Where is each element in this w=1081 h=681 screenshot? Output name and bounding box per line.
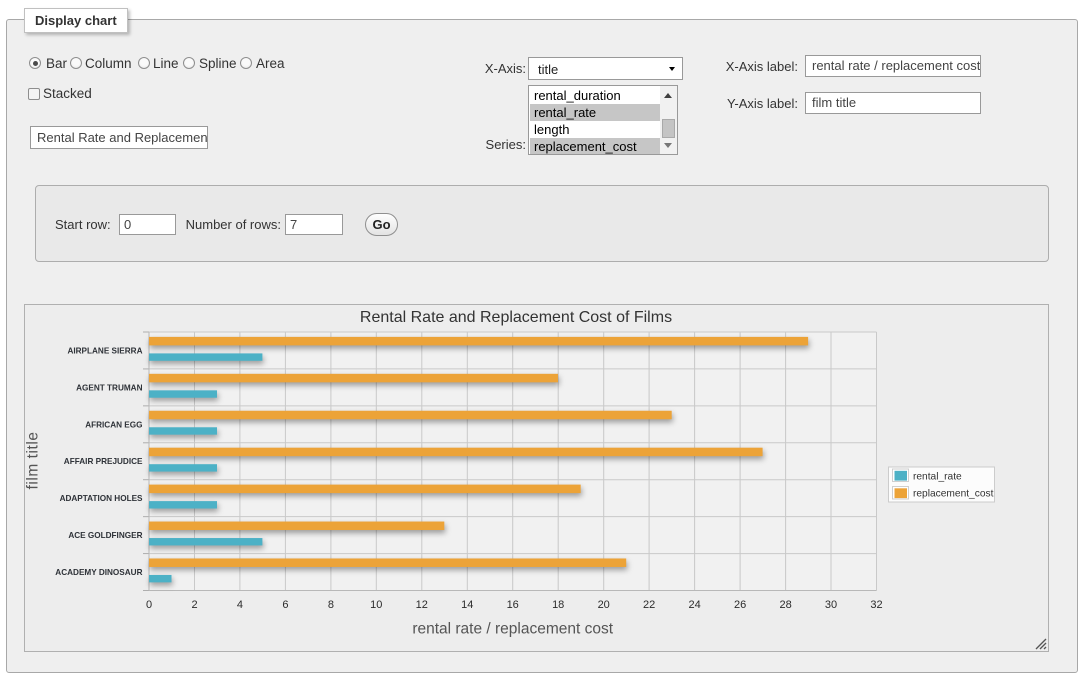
svg-text:24: 24 (688, 599, 700, 611)
svg-text:ACADEMY DINOSAUR: ACADEMY DINOSAUR (55, 568, 142, 577)
svg-text:28: 28 (779, 599, 791, 611)
svg-text:AIRPLANE SIERRA: AIRPLANE SIERRA (67, 347, 142, 356)
svg-text:16: 16 (507, 599, 519, 611)
svg-text:rental_rate: rental_rate (913, 472, 962, 483)
svg-text:22: 22 (643, 599, 655, 611)
svg-text:ADAPTATION HOLES: ADAPTATION HOLES (60, 494, 143, 503)
svg-text:26: 26 (734, 599, 746, 611)
svg-text:0: 0 (146, 599, 152, 611)
svg-text:6: 6 (282, 599, 288, 611)
svg-text:20: 20 (598, 599, 610, 611)
svg-text:32: 32 (870, 599, 882, 611)
svg-text:replacement_cost: replacement_cost (913, 489, 994, 500)
svg-text:10: 10 (370, 599, 382, 611)
svg-text:8: 8 (328, 599, 334, 611)
svg-text:2: 2 (191, 599, 197, 611)
svg-text:AFRICAN EGG: AFRICAN EGG (85, 420, 142, 429)
svg-text:12: 12 (416, 599, 428, 611)
svg-text:30: 30 (825, 599, 837, 611)
svg-text:rental rate / replacement cost: rental rate / replacement cost (412, 621, 613, 638)
svg-text:film title: film title (25, 431, 42, 489)
svg-text:ACE GOLDFINGER: ACE GOLDFINGER (68, 531, 142, 540)
svg-text:4: 4 (237, 599, 243, 611)
svg-text:14: 14 (461, 599, 473, 611)
svg-text:18: 18 (552, 599, 564, 611)
svg-text:Rental Rate and Replacement Co: Rental Rate and Replacement Cost of Film… (360, 309, 672, 326)
svg-text:AGENT TRUMAN: AGENT TRUMAN (76, 383, 142, 392)
svg-text:AFFAIR PREJUDICE: AFFAIR PREJUDICE (64, 457, 143, 466)
